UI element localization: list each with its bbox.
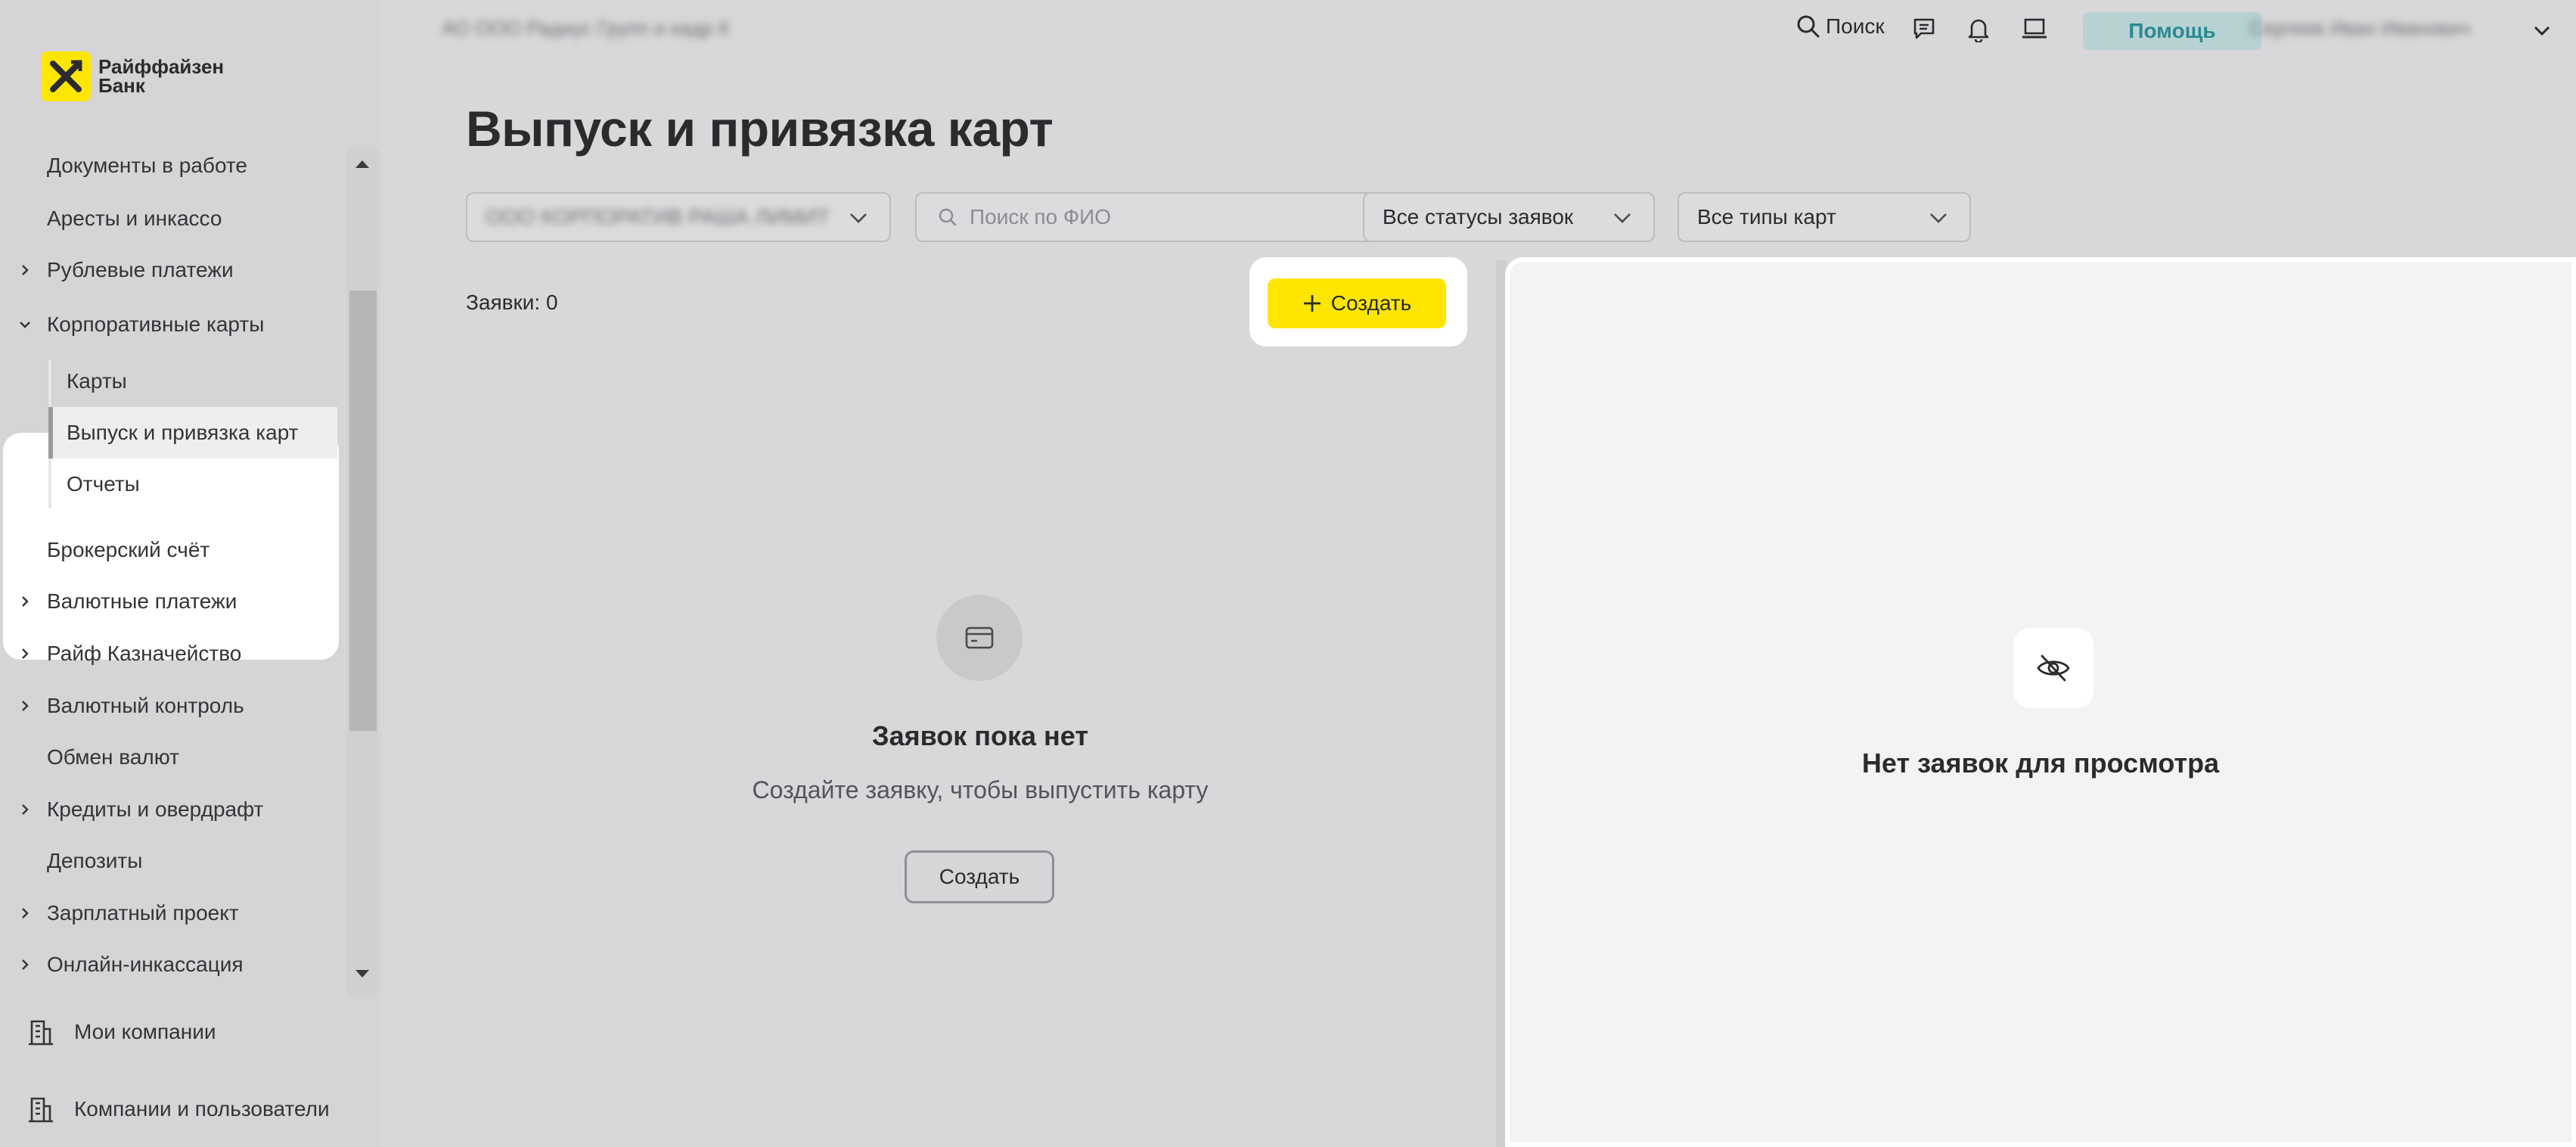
empty-state-title: Заявок пока нет [872,720,1088,751]
chevron-down-icon [1614,213,1631,223]
sidebar-item-brokerage[interactable]: Брокерский счёт [0,527,348,574]
sidebar-nav: Документы в работе Аресты и инкассо Рубл… [0,148,348,996]
search-icon [939,208,957,226]
user-menu[interactable]: Сергеев Иван Иванович [2249,17,2470,40]
top-header: АО ООО Радиус Групп и кадр К Поиск Помощ… [381,0,2576,61]
sidebar-item-credits[interactable]: Кредиты и овердрафт [0,786,348,833]
sidebar-item-online-collection[interactable]: Онлайн-инкассация [0,941,348,988]
scroll-down-icon[interactable] [355,968,369,979]
companies-and-users-link[interactable]: Компании и пользователи [0,1079,381,1139]
sidebar-item-currency-control[interactable]: Валютный контроль [0,682,348,729]
sidebar-item-deposits[interactable]: Депозиты [0,838,348,884]
sidebar-item-salary-project[interactable]: Зарплатный проект [0,890,348,937]
page-title: Выпуск и привязка карт [466,101,1054,157]
chat-icon[interactable] [1912,17,1936,41]
chevron-right-icon [22,908,29,919]
sidebar: Райффайзен Банк Документы в работе Арест… [0,0,381,1147]
sidebar-item-currency-payments[interactable]: Валютные платежи [0,578,348,625]
sidebar-bottom: Мои компании Компании и пользователи [0,996,381,1147]
chevron-down-icon [20,322,30,328]
sidebar-item-documents[interactable]: Документы в работе [0,142,348,189]
request-count: Заявки: 0 [466,291,558,314]
preview-panel: Нет заявок для просмотра [1505,257,2576,1147]
company-select[interactable]: ООО КОРПОРАТИВ РАША ЛИМИТ [466,192,891,242]
chevron-right-icon [22,596,29,607]
sidebar-item-arrests[interactable]: Аресты и инкассо [0,195,348,242]
building-icon [29,1097,53,1123]
sidebar-item-ruble-payments[interactable]: Рублевые платежи [0,247,348,294]
fio-search-field[interactable] [915,192,1384,242]
chevron-down-icon[interactable] [2532,23,2552,38]
search-icon [1797,15,1820,38]
chevron-down-icon [850,213,867,223]
help-button[interactable]: Помощь [2083,12,2261,50]
raiffeisen-logo-icon [41,51,91,101]
sidebar-scrollbar[interactable] [346,148,378,996]
chevron-right-icon [22,701,29,711]
sidebar-item-treasury[interactable]: Райф Казначейство [0,630,348,677]
sidebar-subitem-issue-cards[interactable]: Выпуск и привязка карт [48,407,337,458]
sidebar-item-corporate-cards[interactable]: Корпоративные карты [0,301,348,348]
status-filter-select[interactable]: Все статусы заявок [1363,192,1655,242]
card-icon [936,595,1023,681]
preview-empty-text: Нет заявок для просмотра [1861,748,2220,779]
card-type-filter-select[interactable]: Все типы карт [1678,192,1971,242]
chevron-right-icon [22,648,29,659]
empty-state-create-button[interactable]: Создать [905,850,1054,903]
sidebar-subitem-cards[interactable]: Карты [48,356,337,407]
chevron-right-icon [22,265,29,275]
header-search-button[interactable]: Поиск [1795,14,1885,39]
plus-icon [1303,295,1321,312]
brand-logo[interactable]: Райффайзен Банк [41,51,224,101]
eye-off-icon [2013,628,2093,708]
scrollbar-thumb[interactable] [349,291,377,731]
my-companies-link[interactable]: Мои компании [0,1002,381,1062]
laptop-icon[interactable] [2021,17,2048,41]
breadcrumb[interactable]: АО ООО Радиус Групп и кадр К [442,17,730,40]
sidebar-subitem-reports[interactable]: Отчеты [48,458,337,510]
sidebar-item-currency-exchange[interactable]: Обмен валют [0,734,348,781]
building-icon [29,1020,53,1046]
fio-search-input[interactable] [970,205,1363,229]
chevron-down-icon [1930,213,1947,223]
create-request-button[interactable]: Создать [1268,278,1446,328]
chevron-right-icon [22,804,29,815]
empty-state-subtitle: Создайте заявку, чтобы выпустить карту [752,776,1209,804]
scroll-up-icon[interactable] [355,159,369,169]
chevron-right-icon [22,959,29,970]
brand-name: Райффайзен Банк [98,55,225,97]
bell-icon[interactable] [1966,17,1991,42]
